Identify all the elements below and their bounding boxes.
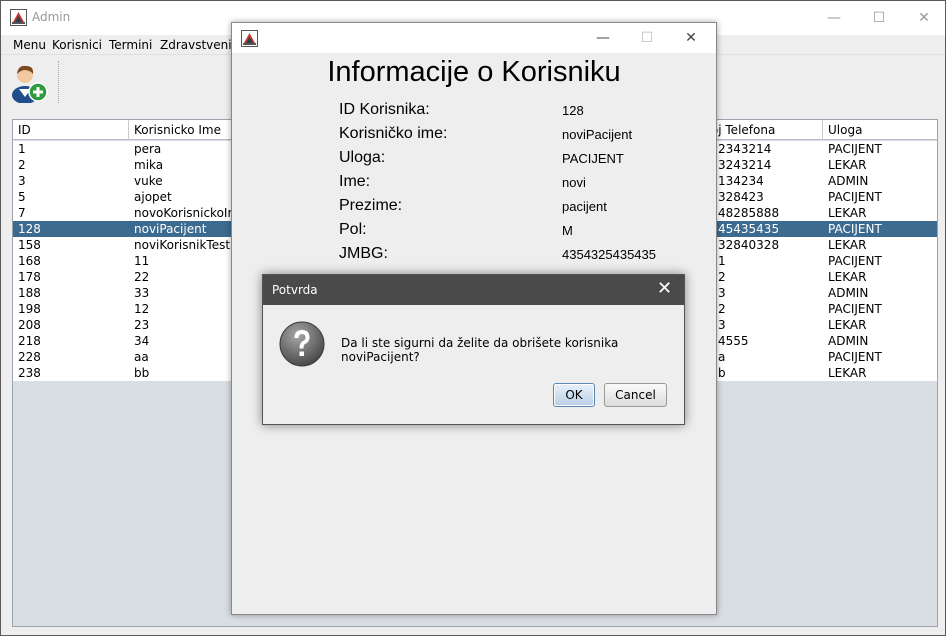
cell-uloga: LEKAR — [828, 366, 867, 380]
question-icon — [279, 321, 325, 367]
cell-id: 128 — [18, 222, 41, 236]
add-user-icon[interactable] — [9, 61, 49, 103]
cell-uloga: PACIJENT — [828, 222, 882, 236]
cell-broj-telefona: 328423 — [718, 190, 764, 204]
cell-id: 1 — [18, 142, 26, 156]
cell-id: 208 — [18, 318, 41, 332]
cell-id: 158 — [18, 238, 41, 252]
info-field-label: Ime: — [339, 173, 371, 190]
java-app-icon — [10, 9, 27, 26]
maximize-button[interactable]: ☐ — [856, 1, 902, 35]
info-minimize-button[interactable]: — — [581, 23, 625, 53]
cell-uloga: ADMIN — [828, 286, 869, 300]
cell-broj-telefona: 134234 — [718, 174, 764, 188]
cell-uloga: PACIJENT — [828, 142, 882, 156]
cell-id: 178 — [18, 270, 41, 284]
cell-id: 228 — [18, 350, 41, 364]
cell-uloga: PACIJENT — [828, 350, 882, 364]
cell-uloga: PACIJENT — [828, 302, 882, 316]
column-header-id[interactable]: ID — [13, 120, 129, 140]
cell-broj-telefona: 48285888 — [718, 206, 780, 220]
cell-id: 198 — [18, 302, 41, 316]
confirm-title: Potvrda — [272, 283, 318, 297]
info-field-value: novi — [562, 175, 586, 190]
info-field-value: noviPacijent — [562, 127, 633, 142]
cell-uloga: LEKAR — [828, 318, 867, 332]
cell-id: 168 — [18, 254, 41, 268]
info-field-label: Prezime: — [339, 197, 403, 214]
cell-id: 218 — [18, 334, 41, 348]
cell-broj-telefona: a — [718, 350, 726, 364]
confirm-dialog: Potvrda ✕ Da li ste sigurni da želite da… — [262, 274, 685, 425]
cell-broj-telefona: 3243214 — [718, 158, 772, 172]
minimize-icon: — — [596, 30, 610, 46]
cell-id: 2 — [18, 158, 26, 172]
cell-id: 238 — [18, 366, 41, 380]
info-field-value: PACIJENT — [562, 151, 624, 166]
confirm-title-bar[interactable]: Potvrda ✕ — [263, 275, 684, 305]
cancel-button[interactable]: Cancel — [604, 383, 667, 407]
info-field-label: ID Korisnika: — [339, 101, 430, 118]
confirm-close-icon[interactable]: ✕ — [657, 278, 672, 299]
cell-broj-telefona: 2 — [718, 302, 726, 316]
info-field-value: 128 — [562, 103, 584, 118]
cell-broj-telefona: 32840328 — [718, 238, 780, 252]
cell-id: 3 — [18, 174, 26, 188]
cell-broj-telefona: 45435435 — [718, 222, 780, 236]
cell-broj-telefona: 3 — [718, 318, 726, 332]
cell-uloga: ADMIN — [828, 174, 869, 188]
cell-broj-telefona: 4555 — [718, 334, 749, 348]
info-field-label: Uloga: — [339, 149, 386, 166]
column-header-uloga[interactable]: Uloga — [823, 120, 937, 140]
minimize-button[interactable]: — — [811, 1, 857, 35]
window-title: Admin — [32, 10, 71, 24]
menu-menu[interactable]: Menu — [13, 38, 46, 52]
cell-broj-telefona: 1 — [718, 254, 726, 268]
maximize-icon: ☐ — [640, 30, 654, 46]
info-field-value: pacijent — [562, 199, 607, 214]
info-maximize-button[interactable]: ☐ — [625, 23, 669, 53]
cell-broj-telefona: 2343214 — [718, 142, 772, 156]
cell-broj-telefona: 3 — [718, 286, 726, 300]
info-close-button[interactable]: ✕ — [669, 23, 713, 53]
cell-broj-telefona: b — [718, 366, 726, 380]
info-field-value: M — [562, 223, 573, 238]
cell-uloga: LEKAR — [828, 238, 867, 252]
ok-button[interactable]: OK — [553, 383, 595, 407]
menu-termini[interactable]: Termini — [109, 38, 152, 52]
info-dialog-title-bar[interactable]: — ☐ ✕ — [232, 23, 716, 53]
close-icon: ✕ — [685, 30, 697, 46]
close-icon: ✕ — [918, 10, 930, 26]
cell-uloga: LEKAR — [828, 270, 867, 284]
cell-id: 188 — [18, 286, 41, 300]
close-button[interactable]: ✕ — [901, 1, 946, 35]
toolbar-separator — [58, 61, 59, 103]
info-heading: Informacije o Korisniku — [327, 56, 621, 88]
info-field-value: 4354325435435 — [562, 247, 656, 262]
cell-id: 7 — [18, 206, 26, 220]
confirm-message: Da li ste sigurni da želite da obrišete … — [341, 336, 619, 364]
cell-broj-telefona: 2 — [718, 270, 726, 284]
cell-uloga: PACIJENT — [828, 254, 882, 268]
info-field-label: Korisničko ime: — [339, 125, 448, 142]
cell-uloga: ADMIN — [828, 334, 869, 348]
cell-uloga: LEKAR — [828, 158, 867, 172]
cell-uloga: PACIJENT — [828, 190, 882, 204]
menu-korisnici[interactable]: Korisnici — [52, 38, 102, 52]
cell-uloga: LEKAR — [828, 206, 867, 220]
info-field-label: Pol: — [339, 221, 367, 238]
minimize-icon: — — [827, 10, 841, 26]
maximize-icon: ☐ — [872, 10, 886, 26]
info-field-label: JMBG: — [339, 245, 388, 262]
cell-id: 5 — [18, 190, 26, 204]
java-app-icon — [241, 30, 258, 47]
